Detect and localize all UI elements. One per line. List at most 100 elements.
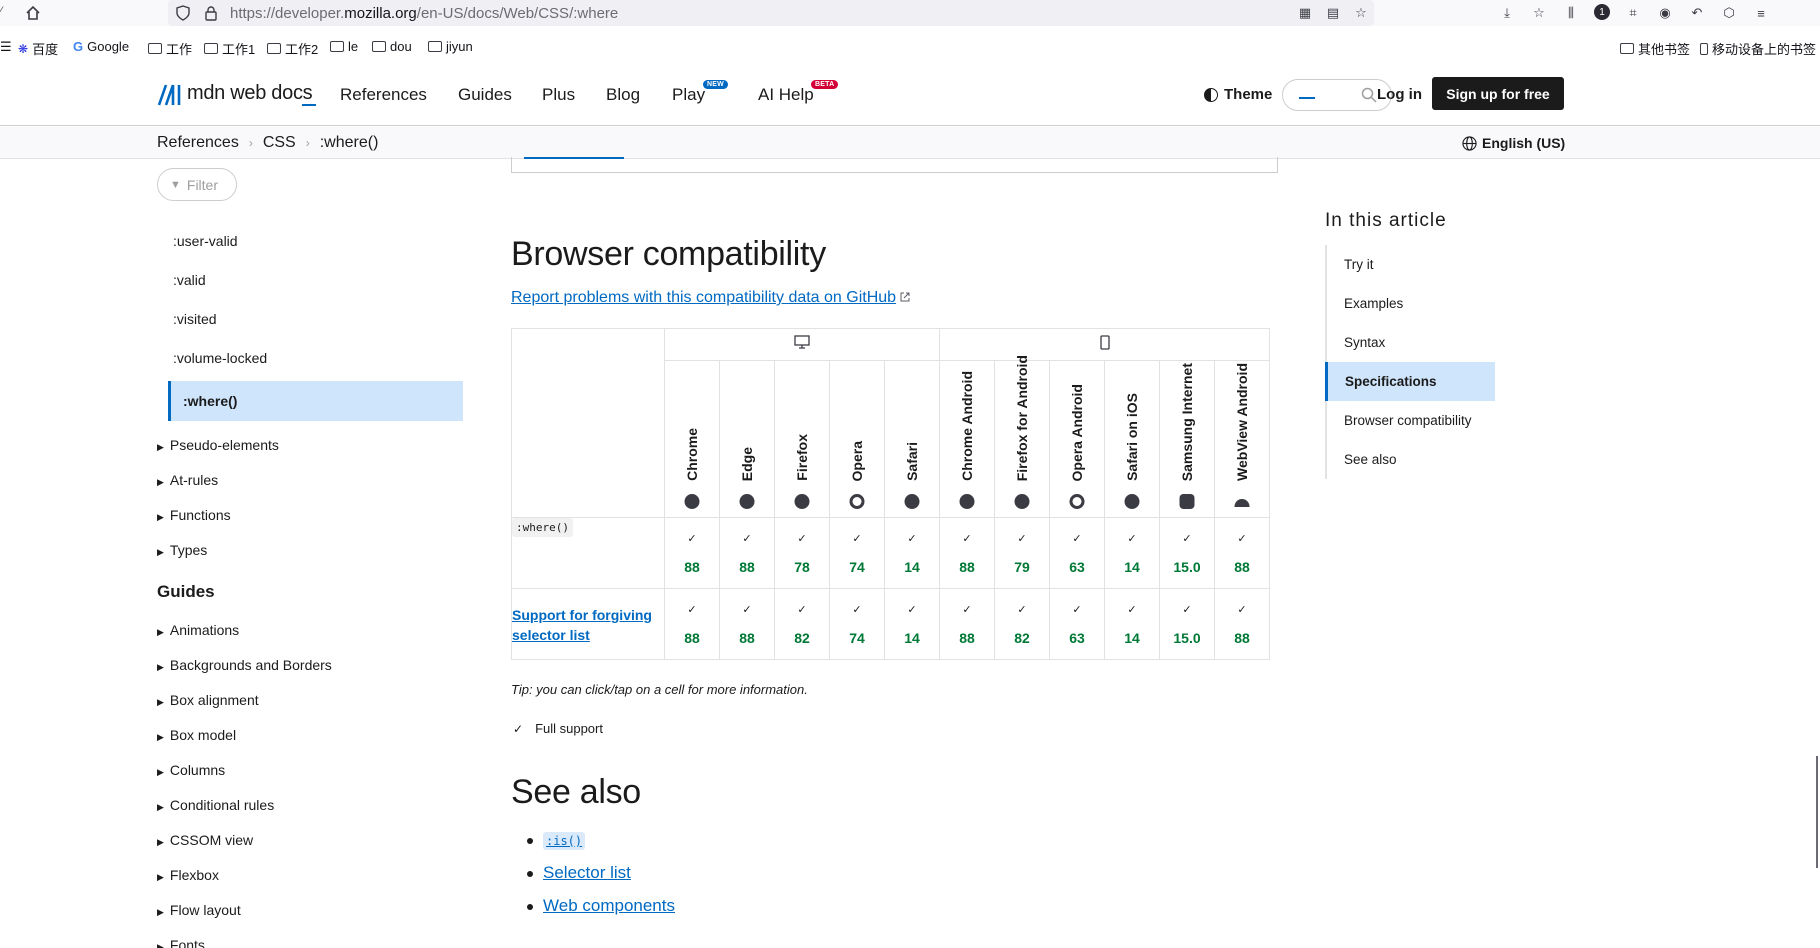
nav-plus[interactable]: Plus xyxy=(542,85,575,105)
sidebar-guide-backgrounds[interactable]: ▶ Backgrounds and Borders xyxy=(157,657,332,673)
bookmark-folder-jiyun[interactable]: jiyun xyxy=(428,39,473,54)
sidebar-guide-box-alignment[interactable]: ▶ Box alignment xyxy=(157,692,259,708)
bookmark-folder-dou[interactable]: dou xyxy=(372,39,412,54)
support-cell[interactable]: ✓ 78 xyxy=(774,517,830,589)
support-cell[interactable]: ✓ 88 xyxy=(719,517,775,589)
support-cell[interactable]: ✓ 14 xyxy=(1104,588,1160,660)
bookmark-other[interactable]: 其他书签 xyxy=(1620,39,1690,58)
library-icon[interactable]: ⫼ xyxy=(1562,4,1580,22)
bookmark-folder-work[interactable]: 工作 xyxy=(148,39,192,58)
sidebar-guide-conditional-rules[interactable]: ▶ Conditional rules xyxy=(157,797,274,813)
undo-icon[interactable]: ↶ xyxy=(1688,4,1706,22)
forgiving-selector-link[interactable]: Support for forgiving selector list xyxy=(512,605,664,645)
support-cell[interactable]: ✓ 14 xyxy=(884,517,940,589)
support-cell[interactable]: ✓ 88 xyxy=(719,588,775,660)
support-cell[interactable]: ✓ 15.0 xyxy=(1159,588,1215,660)
site-logo[interactable]: mdn web docs xyxy=(187,82,313,105)
sidebar-guide-cssom-view[interactable]: ▶ CSSOM view xyxy=(157,832,253,848)
support-cell[interactable]: ✓ 88 xyxy=(939,588,995,660)
support-cell[interactable]: ✓ 14 xyxy=(884,588,940,660)
sidebar-item-volume-locked[interactable]: :volume-locked xyxy=(173,350,267,366)
signup-button[interactable]: Sign up for free xyxy=(1432,77,1564,110)
sidebar-guide-flexbox[interactable]: ▶ Flexbox xyxy=(157,867,219,883)
menu-icon[interactable]: ≡ xyxy=(1752,4,1770,22)
caret-right-icon: ▶ xyxy=(157,477,164,487)
toc-item-browser-compatibility[interactable]: Browser compatibility xyxy=(1327,401,1495,440)
breadcrumb-current[interactable]: :where() xyxy=(320,134,379,152)
lock-icon[interactable] xyxy=(204,5,218,21)
support-cell[interactable]: ✓ 82 xyxy=(774,588,830,660)
support-cell[interactable]: ✓ 88 xyxy=(939,517,995,589)
login-link[interactable]: Log in xyxy=(1377,86,1422,103)
bookmarks-menu-icon[interactable]: ☰ xyxy=(0,39,12,55)
support-cell[interactable]: ✓ 79 xyxy=(994,517,1050,589)
sidebar-section-pseudo-elements[interactable]: ▶ Pseudo-elements xyxy=(157,437,279,453)
extensions-icon[interactable]: ⬡ xyxy=(1720,4,1738,22)
nav-references[interactable]: References xyxy=(340,85,427,105)
mdn-logo-icon[interactable] xyxy=(157,84,183,106)
nav-play[interactable]: Play xyxy=(672,85,705,105)
bookmark-mobile[interactable]: 移动设备上的书签 xyxy=(1700,39,1816,58)
bookmark-folder-work1[interactable]: 工作1 xyxy=(204,39,255,58)
sidebar-item-visited[interactable]: :visited xyxy=(173,311,217,327)
home-icon[interactable] xyxy=(24,4,42,22)
chat-icon[interactable]: ◉ xyxy=(1656,4,1674,22)
bookmark-star-icon[interactable]: ☆ xyxy=(1352,4,1370,22)
sidebar-guide-box-model[interactable]: ▶ Box model xyxy=(157,727,236,743)
sidebar-item-user-valid[interactable]: :user-valid xyxy=(173,233,238,249)
nav-ai-help[interactable]: AI Help xyxy=(758,85,814,105)
toc-item-see-also[interactable]: See also xyxy=(1327,440,1495,479)
report-problems-link[interactable]: Report problems with this compatibility … xyxy=(511,289,910,307)
sidebar-section-types[interactable]: ▶ Types xyxy=(157,542,207,558)
toc-item-syntax[interactable]: Syntax xyxy=(1327,323,1495,362)
nav-blog[interactable]: Blog xyxy=(606,85,640,105)
toc-item-examples[interactable]: Examples xyxy=(1327,284,1495,323)
bookmark-google[interactable]: G Google xyxy=(73,39,129,54)
bookmark-folder-le[interactable]: le xyxy=(330,39,358,54)
support-cell[interactable]: ✓ 82 xyxy=(994,588,1050,660)
search-input[interactable] xyxy=(1282,79,1392,111)
support-cell[interactable]: ✓ 88 xyxy=(664,517,720,589)
breadcrumb-css[interactable]: CSS xyxy=(263,134,296,152)
breadcrumb-references[interactable]: References xyxy=(157,134,239,152)
scrollbar-thumb[interactable] xyxy=(1816,756,1818,868)
support-cell[interactable]: ✓ 74 xyxy=(829,588,885,660)
support-cell[interactable]: ✓ 74 xyxy=(829,517,885,589)
sidebar-guide-flow-layout[interactable]: ▶ Flow layout xyxy=(157,902,241,918)
sidebar-section-functions[interactable]: ▶ Functions xyxy=(157,507,231,523)
search-icon[interactable] xyxy=(1361,87,1377,103)
toc-item-specifications[interactable]: Specifications xyxy=(1325,362,1495,401)
support-cell[interactable]: ✓ 14 xyxy=(1104,517,1160,589)
qr-code-icon[interactable]: ▦ xyxy=(1296,4,1314,22)
extension-badge-icon[interactable]: 1 xyxy=(1594,4,1610,20)
see-also-web-components-link[interactable]: Web components xyxy=(543,896,675,915)
sidebar-guide-animations[interactable]: ▶ Animations xyxy=(157,622,239,638)
nav-guides[interactable]: Guides xyxy=(458,85,512,105)
url-text[interactable]: https://developer.mozilla.org/en-US/docs… xyxy=(230,5,618,22)
bookmark-baidu[interactable]: ❋ 百度 xyxy=(18,39,58,58)
download-icon[interactable]: ⤓ xyxy=(1498,4,1516,22)
bookmark-folder-work2[interactable]: 工作2 xyxy=(267,39,318,58)
shield-icon[interactable] xyxy=(176,5,190,21)
sidebar-guide-columns[interactable]: ▶ Columns xyxy=(157,762,225,778)
sidebar-toggle-icon[interactable]: ⁄ xyxy=(0,4,2,18)
support-cell[interactable]: ✓ 15.0 xyxy=(1159,517,1215,589)
crop-icon[interactable]: ⌗ xyxy=(1624,4,1642,22)
language-selector[interactable]: English (US) xyxy=(1462,135,1565,151)
see-also-selector-list-link[interactable]: Selector list xyxy=(543,863,631,882)
support-cell[interactable]: ✓ 88 xyxy=(1214,517,1270,589)
sidebar-item-valid[interactable]: :valid xyxy=(173,272,206,288)
sidebar-filter-input[interactable]: ▼ Filter xyxy=(157,168,237,201)
support-cell[interactable]: ✓ 63 xyxy=(1049,517,1105,589)
sidebar-section-at-rules[interactable]: ▶ At-rules xyxy=(157,472,218,488)
see-also-is-link[interactable]: :is() xyxy=(543,830,586,850)
support-cell[interactable]: ✓ 63 xyxy=(1049,588,1105,660)
reader-view-icon[interactable]: ▤ xyxy=(1324,4,1342,22)
support-cell[interactable]: ✓ 88 xyxy=(1214,588,1270,660)
sidebar-item-where-active[interactable]: :where() xyxy=(168,381,463,421)
sidebar-guide-fonts[interactable]: ▶ Fonts xyxy=(157,937,205,948)
save-to-pocket-icon[interactable]: ☆ xyxy=(1530,4,1548,22)
theme-switcher[interactable]: Theme xyxy=(1204,86,1272,103)
toc-item-try-it[interactable]: Try it xyxy=(1327,245,1495,284)
support-cell[interactable]: ✓ 88 xyxy=(664,588,720,660)
